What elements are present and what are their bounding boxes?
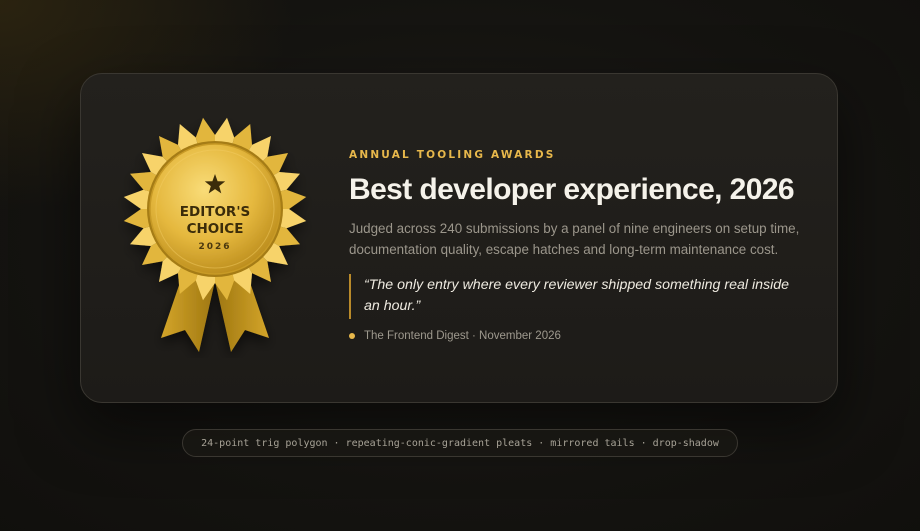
award-title: Best developer experience, 2026: [349, 173, 795, 206]
award-eyebrow: ANNUAL TOOLING AWARDS: [349, 149, 556, 161]
badge-line2: CHOICE: [187, 221, 244, 237]
badge-year: 2026: [198, 242, 231, 252]
award-description: Judged across 240 submissions by a panel…: [349, 221, 800, 257]
award-quote: “The only entry where every reviewer shi…: [349, 274, 797, 319]
technique-caption-text: 24-point trig polygon · repeating-conic-…: [201, 437, 719, 449]
award-source-text: The Frontend Digest · November 2026: [364, 330, 561, 342]
source-dot-icon: [349, 333, 355, 339]
rosette-graphic: EDITOR'S CHOICE 2026: [123, 117, 307, 352]
award-content: ANNUAL TOOLING AWARDS Best developer exp…: [349, 148, 809, 344]
badge-line1: EDITOR'S: [180, 204, 250, 220]
award-source: The Frontend Digest · November 2026: [349, 328, 809, 344]
editors-choice-badge: EDITOR'S CHOICE 2026: [117, 112, 313, 358]
technique-caption: 24-point trig polygon · repeating-conic-…: [182, 429, 738, 457]
award-card: EDITOR'S CHOICE 2026 ANNUAL TOOLING AWAR…: [80, 73, 838, 403]
